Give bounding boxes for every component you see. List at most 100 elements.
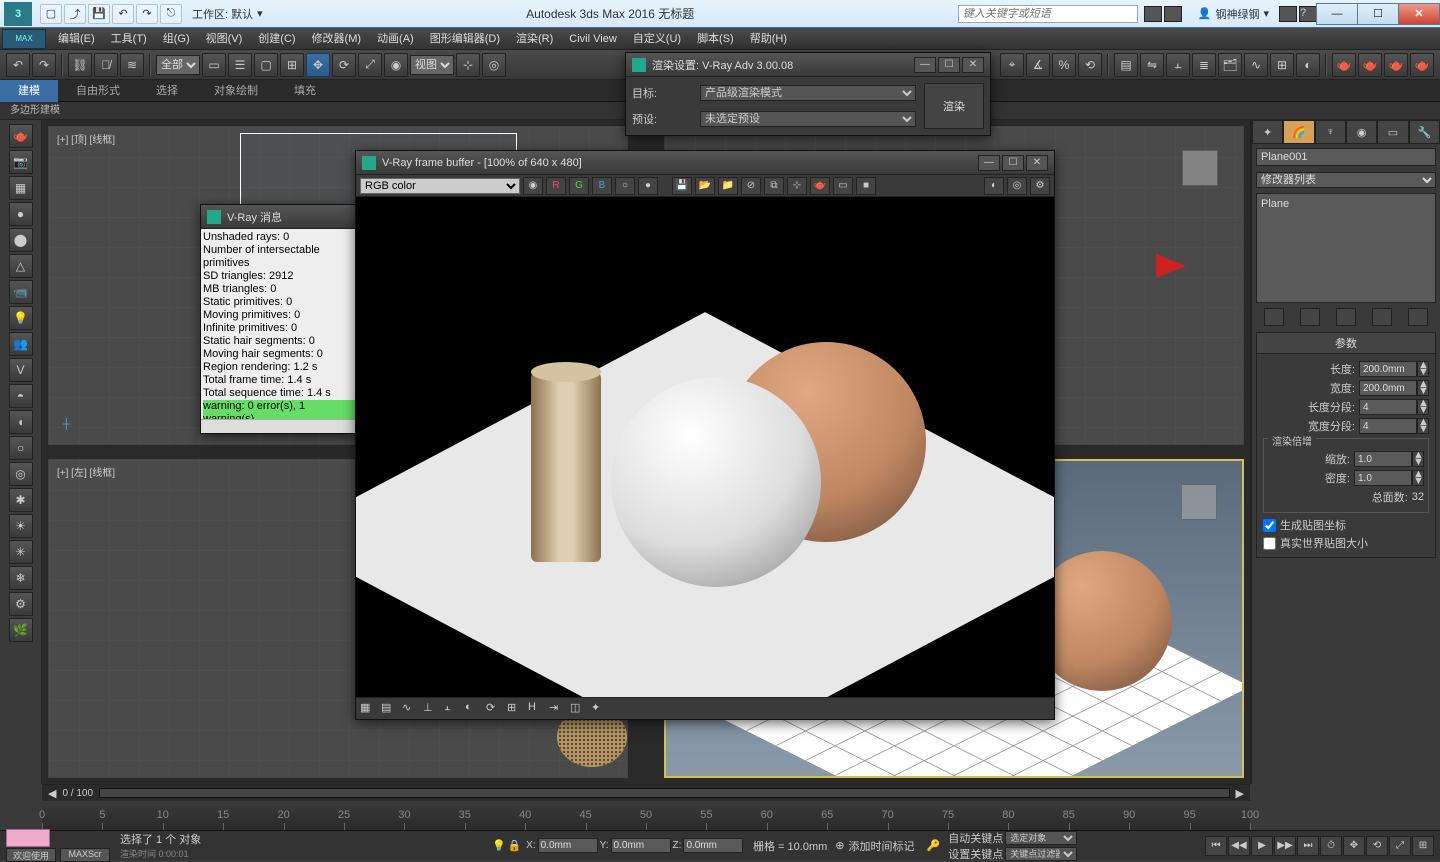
coord-z-input[interactable] <box>683 838 743 853</box>
menu-animation[interactable]: 动画(A) <box>369 28 422 50</box>
vfb-bot-6-icon[interactable]: ◐ <box>465 701 483 717</box>
vfb-bot-9-icon[interactable]: ⇥ <box>549 701 567 717</box>
dome-icon[interactable]: ◓ <box>9 384 33 408</box>
menu-edit[interactable]: 编辑(E) <box>50 28 103 50</box>
viewcube-icon[interactable] <box>1174 142 1228 196</box>
fur-icon[interactable]: ✱ <box>9 488 33 512</box>
bind-icon[interactable]: ≋ <box>120 53 144 77</box>
angle-snap-icon[interactable]: ∡ <box>1026 53 1050 77</box>
key-filter-dropdown[interactable]: 关键点过滤器... <box>1005 847 1077 861</box>
menu-help[interactable]: 帮助(H) <box>742 28 795 50</box>
copy-icon[interactable]: ⧉ <box>764 177 784 195</box>
density-input[interactable] <box>1354 470 1412 486</box>
vfb-bot-4-icon[interactable]: ⊥ <box>423 701 441 717</box>
user-badge[interactable]: 👤 钢神绿钢 ▾ <box>1198 6 1269 22</box>
track-icon[interactable]: ⊹ <box>787 177 807 195</box>
pink-button-1[interactable] <box>6 829 50 847</box>
vfb-bot-3-icon[interactable]: ∿ <box>402 701 420 717</box>
torus-icon[interactable]: ◎ <box>9 462 33 486</box>
select-name-icon[interactable]: ☰ <box>228 53 252 77</box>
minimize-button[interactable]: — <box>1316 3 1358 25</box>
wseg-input[interactable] <box>1359 418 1417 434</box>
rotate-icon[interactable]: ⟳ <box>332 53 356 77</box>
qat-link-icon[interactable]: ⎋ <box>160 4 182 24</box>
stop-icon[interactable]: ■ <box>856 177 876 195</box>
close-button[interactable]: ✕ <box>1398 3 1440 25</box>
time-config-icon[interactable]: ⏱ <box>1320 836 1342 856</box>
redo-icon[interactable]: ↷ <box>32 53 56 77</box>
rollout-header[interactable]: 参数 <box>1257 333 1435 354</box>
select-icon[interactable]: ▭ <box>202 53 226 77</box>
mirror-icon[interactable]: ⇋ <box>1140 53 1164 77</box>
vray-messages-scrollbar[interactable] <box>201 419 359 433</box>
vp-nav3-icon[interactable]: ⤢ <box>1389 836 1411 856</box>
key-target-dropdown[interactable]: 选定对象 <box>1005 831 1077 845</box>
spinner-icon[interactable]: ▲▼ <box>1417 399 1429 415</box>
vp-nav4-icon[interactable]: ⊞ <box>1412 836 1434 856</box>
vfb-bot-11-icon[interactable]: ✦ <box>591 701 609 717</box>
qat-save-icon[interactable]: 💾 <box>88 4 110 24</box>
placement-icon[interactable]: ◉ <box>384 53 408 77</box>
scene-explorer-icon[interactable]: 🗂 <box>1218 53 1242 77</box>
clear-icon[interactable]: ⊘ <box>741 177 761 195</box>
render-last-icon[interactable]: 🫖 <box>810 177 830 195</box>
people-icon[interactable]: 👥 <box>9 332 33 356</box>
configure-icon[interactable] <box>1408 308 1428 326</box>
spinner-icon[interactable]: ▲▼ <box>1417 418 1429 434</box>
realworld-checkbox[interactable]: 真实世界贴图大小 <box>1263 535 1429 551</box>
menu-rendering[interactable]: 渲染(R) <box>508 28 561 50</box>
length-input[interactable] <box>1359 361 1417 377</box>
rgb-icon[interactable]: ◉ <box>523 177 543 195</box>
menu-script[interactable]: 脚本(S) <box>689 28 742 50</box>
signin-icon[interactable] <box>1164 6 1182 22</box>
menu-civilview[interactable]: Civil View <box>561 28 624 50</box>
light-icon[interactable]: 💡 <box>9 306 33 330</box>
ribbon-tab-modeling[interactable]: 建模 <box>0 80 58 102</box>
undo-icon[interactable]: ↶ <box>6 53 30 77</box>
hemisphere-icon[interactable]: ◖ <box>9 410 33 434</box>
grass-icon[interactable]: 🌿 <box>9 618 33 642</box>
vfb-bot-8-icon[interactable]: ⊞ <box>507 701 525 717</box>
qat-open-icon[interactable]: ⤴ <box>64 4 86 24</box>
named-sel-icon[interactable]: ▤ <box>1114 53 1138 77</box>
minimize-button[interactable]: — <box>978 155 1000 171</box>
viewcube-icon[interactable] <box>1173 476 1227 530</box>
vfb-bot-2-icon[interactable]: ▤ <box>381 701 399 717</box>
red-channel-icon[interactable]: R <box>546 177 566 195</box>
refcoord-dropdown[interactable]: 视图 <box>410 55 454 75</box>
sphere-icon[interactable]: ● <box>9 202 33 226</box>
link-icon[interactable]: ⛓ <box>68 53 92 77</box>
lens-icon[interactable]: ◎ <box>1007 177 1027 195</box>
tab-motion-icon[interactable]: ◉ <box>1346 120 1377 144</box>
scale-icon[interactable]: ⤢ <box>358 53 382 77</box>
vray-messages-titlebar[interactable]: V-Ray 消息 <box>201 205 359 229</box>
vray-icon[interactable]: V <box>9 358 33 382</box>
lock-icon[interactable]: 🔒 <box>508 839 522 852</box>
settings-icon[interactable]: ⚙ <box>1030 177 1050 195</box>
vfb-bot-5-icon[interactable]: ⫠ <box>444 701 462 717</box>
menu-tools[interactable]: 工具(T) <box>103 28 155 50</box>
modifier-list-dropdown[interactable]: 修改器列表 <box>1256 172 1436 188</box>
select-region-icon[interactable]: ▢ <box>254 53 278 77</box>
vp-nav1-icon[interactable]: ✥ <box>1343 836 1365 856</box>
vray-frame-buffer-window[interactable]: V-Ray frame buffer - [100% of 640 x 480]… <box>355 150 1055 720</box>
lock-icon[interactable]: 💡 <box>492 839 506 852</box>
vray-messages-window[interactable]: V-Ray 消息 Unshaded rays: 0Number of inter… <box>200 204 360 434</box>
cone-icon[interactable]: △ <box>9 254 33 278</box>
menu-view[interactable]: 视图(V) <box>198 28 251 50</box>
spinner-icon[interactable]: ▲▼ <box>1417 380 1429 396</box>
tab-create-icon[interactable]: ✦ <box>1252 120 1283 144</box>
vfb-bot-10-icon[interactable]: ◫ <box>570 701 588 717</box>
coord-x-input[interactable] <box>538 838 598 853</box>
tab-display-icon[interactable]: ▭ <box>1377 120 1408 144</box>
snow-icon[interactable]: ❄ <box>9 566 33 590</box>
goto-end-icon[interactable]: ⏭ <box>1297 836 1319 856</box>
spinner-icon[interactable]: ▲▼ <box>1412 470 1424 486</box>
material-editor-icon[interactable]: ◐ <box>1296 53 1320 77</box>
alpha-icon[interactable]: ○ <box>615 177 635 195</box>
tab-utilities-icon[interactable]: 🔧 <box>1409 120 1440 144</box>
camera-icon[interactable]: 📷 <box>9 150 33 174</box>
percent-snap-icon[interactable]: % <box>1052 53 1076 77</box>
green-channel-icon[interactable]: G <box>569 177 589 195</box>
vfb-channel-dropdown[interactable]: RGB color <box>360 178 520 194</box>
